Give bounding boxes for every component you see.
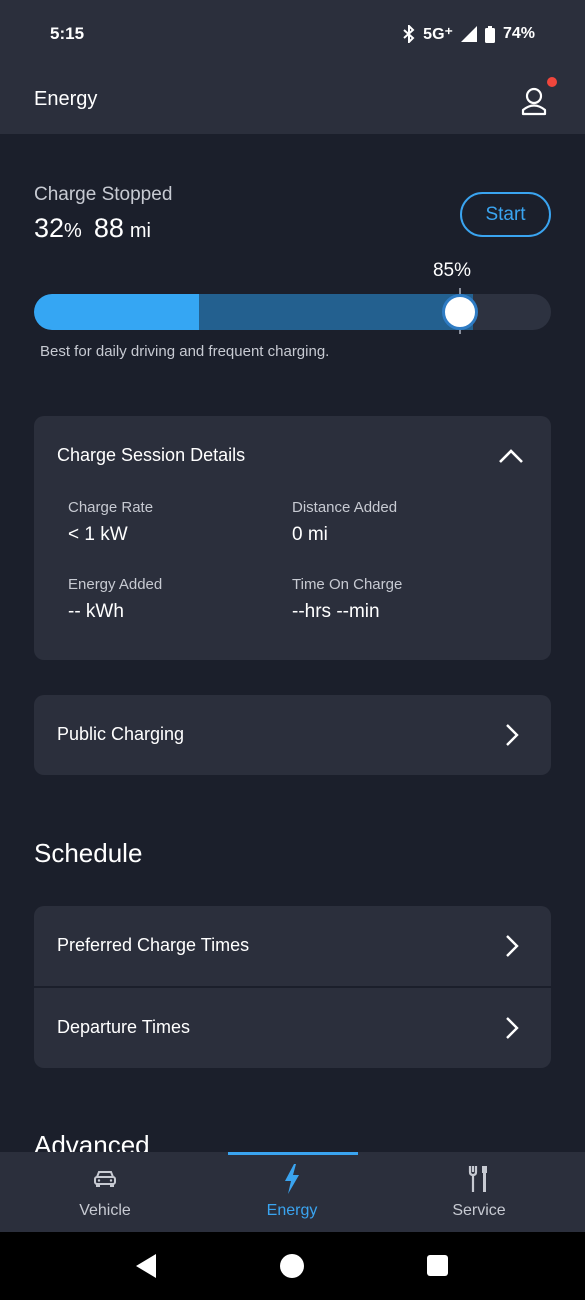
- energy-added-label: Energy Added: [68, 576, 163, 593]
- back-icon[interactable]: [134, 1253, 158, 1284]
- chevron-right-icon: [504, 1016, 520, 1040]
- tab-service-label: Service: [452, 1202, 506, 1219]
- home-icon[interactable]: [280, 1254, 304, 1278]
- car-icon: [25, 1162, 185, 1196]
- slider-caption: Best for daily driving and frequent char…: [40, 343, 330, 360]
- status-icons: 5G⁺ 74%: [403, 24, 535, 44]
- signal-icon: [460, 26, 477, 42]
- chevron-up-icon[interactable]: [498, 446, 524, 466]
- start-charge-button[interactable]: Start: [460, 192, 551, 237]
- status-time: 5:15: [50, 24, 85, 43]
- range-value: 88: [93, 213, 124, 243]
- departure-times-row[interactable]: Departure Times: [34, 988, 551, 1068]
- range-unit: mi: [129, 220, 151, 242]
- departure-times-label: Departure Times: [57, 1017, 191, 1037]
- tools-icon: [399, 1162, 559, 1196]
- charge-rate-label: Charge Rate: [68, 499, 154, 516]
- public-charging-row[interactable]: Public Charging: [34, 695, 551, 775]
- app-header: Energy: [0, 66, 585, 134]
- charge-values: 32 % 88 mi: [34, 213, 151, 244]
- charge-session-details-card: Charge Session Details Charge Rate < 1 k…: [34, 416, 551, 660]
- page-title: Energy: [34, 88, 98, 110]
- recents-icon[interactable]: [427, 1255, 448, 1276]
- bluetooth-icon: [403, 25, 415, 43]
- tab-energy-label: Energy: [266, 1202, 318, 1219]
- charge-status: Charge Stopped: [34, 184, 173, 205]
- profile-button[interactable]: [516, 84, 552, 120]
- slider-thumb[interactable]: [442, 294, 478, 330]
- charge-percent: 32: [34, 213, 65, 243]
- system-nav-bar: [0, 1232, 585, 1300]
- preferred-charge-times-row[interactable]: Preferred Charge Times: [34, 906, 551, 986]
- tab-service[interactable]: Service: [399, 1162, 559, 1228]
- distance-added-label: Distance Added: [292, 499, 398, 516]
- distance-added-value: 0 mi: [292, 524, 328, 545]
- bottom-nav: Vehicle Energy Service: [0, 1152, 585, 1232]
- time-on-charge-label: Time On Charge: [292, 576, 403, 593]
- tab-vehicle-label: Vehicle: [79, 1202, 131, 1219]
- battery-icon: [484, 25, 495, 43]
- chevron-right-icon: [504, 934, 520, 958]
- charge-rate-value: < 1 kW: [68, 524, 128, 545]
- status-bar: 5:15 5G⁺ 74%: [0, 0, 585, 66]
- charge-limit-label: 85%: [432, 260, 472, 281]
- details-title: Charge Session Details: [57, 445, 246, 465]
- energy-added-value: -- kWh: [68, 601, 124, 622]
- tab-energy[interactable]: Energy: [212, 1162, 372, 1228]
- charge-percent-unit: %: [64, 220, 82, 242]
- lightning-icon: [212, 1162, 372, 1196]
- profile-icon: [521, 87, 547, 116]
- tab-vehicle[interactable]: Vehicle: [25, 1162, 185, 1228]
- network-label: 5G⁺: [423, 26, 453, 43]
- battery-percent: 74%: [502, 25, 535, 42]
- chevron-right-icon: [504, 723, 520, 747]
- active-tab-indicator: [228, 1152, 358, 1155]
- time-on-charge-value: --hrs --min: [292, 601, 380, 622]
- schedule-title: Schedule: [34, 838, 143, 868]
- notification-dot: [547, 77, 557, 87]
- preferred-charge-times-label: Preferred Charge Times: [57, 935, 250, 955]
- slider-current-fill: [34, 294, 199, 330]
- public-charging-label: Public Charging: [57, 724, 185, 744]
